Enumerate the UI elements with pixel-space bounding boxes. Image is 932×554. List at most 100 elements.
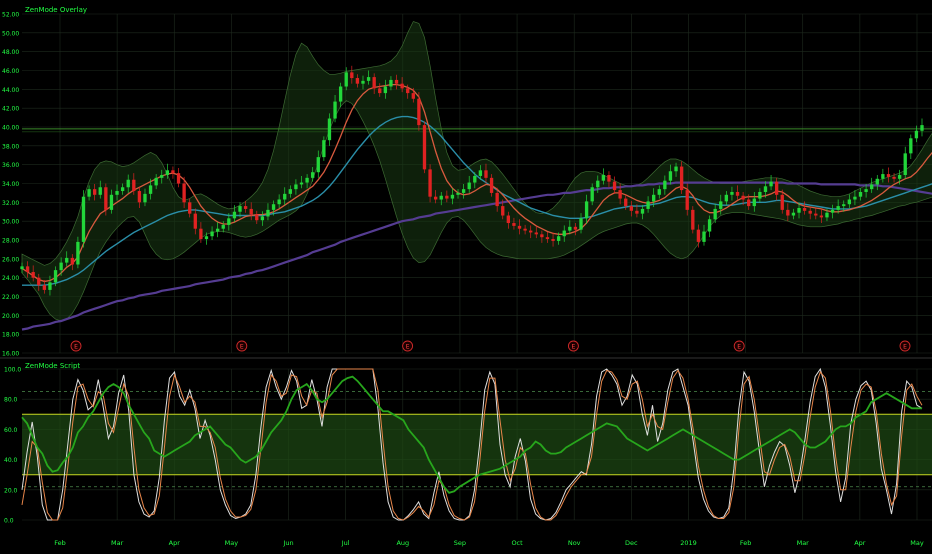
candle-body xyxy=(897,175,902,179)
overlay-y-tick: 44.00 xyxy=(2,87,19,94)
candle-body xyxy=(70,257,74,265)
candle-body xyxy=(210,231,214,237)
x-tick-label: Jun xyxy=(282,539,293,547)
oscillator-y-tick: 40.0 xyxy=(4,457,18,464)
earnings-marker-label: E xyxy=(406,344,410,351)
candle-body xyxy=(568,226,572,231)
candle-body xyxy=(802,207,807,211)
candle-body xyxy=(316,157,320,173)
x-tick-label: Oct xyxy=(511,539,523,547)
oscillator-y-tick: 100.0 xyxy=(4,367,21,374)
overlay-envelope xyxy=(21,21,932,322)
overlay-y-tick: 32.00 xyxy=(2,200,19,207)
candle-body xyxy=(646,201,650,209)
overlay-y-tick: 22.00 xyxy=(2,294,19,301)
candle-body xyxy=(406,88,410,94)
candle-body xyxy=(517,225,522,229)
candle-body xyxy=(433,196,438,200)
candle-body xyxy=(238,206,242,212)
candle-body xyxy=(624,198,628,207)
candle-body xyxy=(333,101,337,119)
candle-body xyxy=(903,153,907,176)
candle-body xyxy=(612,181,617,191)
earnings-markers: EEEEEE xyxy=(70,340,911,352)
candle-body xyxy=(120,187,125,192)
candle-body xyxy=(160,175,164,178)
overlay-y-tick: 50.00 xyxy=(2,30,19,37)
candle-body xyxy=(215,228,220,232)
candle-body xyxy=(428,169,432,197)
candle-body xyxy=(137,191,142,203)
candle-body xyxy=(243,206,248,209)
candle-body xyxy=(763,186,768,192)
candle-body xyxy=(847,199,851,205)
candle-body xyxy=(735,191,740,196)
candle-body xyxy=(618,190,622,199)
candle-body xyxy=(556,236,561,241)
candle-body xyxy=(870,184,874,190)
candle-body xyxy=(249,208,253,215)
x-tick-label: Aug xyxy=(396,539,409,547)
candle-body xyxy=(65,257,69,263)
candle-body xyxy=(652,194,656,202)
overlay-reference-line xyxy=(22,128,932,133)
earnings-marker-label: E xyxy=(903,344,907,351)
candle-body xyxy=(188,202,192,214)
candle-body xyxy=(76,241,80,265)
candle-body xyxy=(808,210,812,214)
candle-body xyxy=(551,239,555,241)
overlay-title: ZenMode Overlay xyxy=(25,6,88,14)
candle-body xyxy=(143,193,147,203)
candle-body xyxy=(892,176,896,179)
candle-body xyxy=(255,214,259,221)
candle-body xyxy=(311,172,315,178)
candle-body xyxy=(685,190,689,210)
candle-body xyxy=(467,182,471,190)
overlay-y-tick: 34.00 xyxy=(2,181,19,188)
candle-body xyxy=(260,216,265,221)
oscillator-title: ZenMode Script xyxy=(25,362,81,370)
candle-body xyxy=(221,224,225,229)
candle-body xyxy=(579,218,583,230)
x-axis: Feb Mar Apr May Jun Jul Aug Sep Oct Nov Dec 2019 Feb… xyxy=(54,539,924,547)
oscillator-y-tick: 0.0 xyxy=(4,518,14,525)
x-tick-label: May xyxy=(910,539,924,547)
candle-body xyxy=(53,270,58,283)
candle-body xyxy=(758,191,762,199)
candle-body xyxy=(774,181,779,195)
earnings-marker-label: E xyxy=(74,344,78,351)
x-tick-label: Apr xyxy=(169,539,181,547)
overlay-y-tick: 48.00 xyxy=(2,49,19,56)
x-tick-label: Apr xyxy=(854,539,866,547)
candle-body xyxy=(629,206,633,211)
earnings-marker-label: E xyxy=(240,344,244,351)
candle-body xyxy=(691,209,695,230)
candle-body xyxy=(445,195,449,199)
candle-body xyxy=(836,206,840,210)
candle-body xyxy=(858,191,863,197)
candle-body xyxy=(489,177,494,193)
candle-body xyxy=(182,183,186,203)
earnings-marker-label: E xyxy=(572,344,576,351)
overlay-y-tick: 24.00 xyxy=(2,275,19,282)
candle-body xyxy=(864,189,868,192)
candle-body xyxy=(540,234,544,238)
overlay-y-tick: 40.00 xyxy=(2,125,19,132)
candle-body xyxy=(305,177,309,183)
x-tick-label: Feb xyxy=(54,539,66,547)
candle-body xyxy=(132,179,136,192)
x-tick-label: Jul xyxy=(341,539,350,547)
candle-body xyxy=(42,285,47,290)
candle-body xyxy=(696,229,701,242)
candle-body xyxy=(730,191,734,195)
candle-body xyxy=(109,194,114,210)
candle-body xyxy=(797,207,801,213)
candle-body xyxy=(378,88,382,94)
candle-body xyxy=(171,170,175,174)
candle-body xyxy=(338,86,343,102)
candle-body xyxy=(607,175,611,182)
candle-body xyxy=(545,237,550,240)
candle-body xyxy=(204,236,209,240)
candle-body xyxy=(853,196,857,200)
candle-body xyxy=(199,228,203,240)
